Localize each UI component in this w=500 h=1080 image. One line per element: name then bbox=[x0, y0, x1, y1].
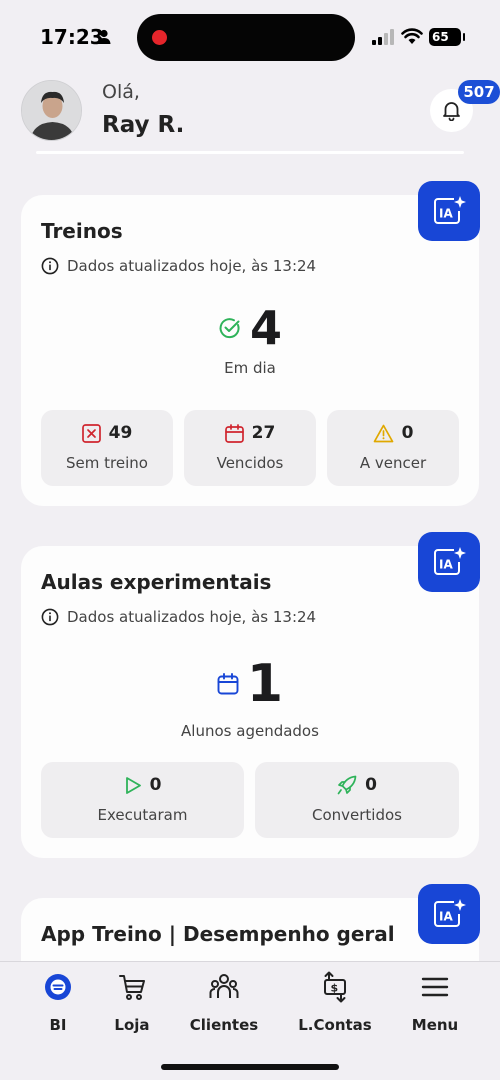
profile-header: Olá, Ray R. bbox=[0, 75, 500, 155]
stat-top: 0 bbox=[327, 423, 459, 443]
users-group-icon bbox=[209, 974, 239, 998]
person-icon bbox=[97, 29, 111, 44]
stat-value: 0 bbox=[149, 775, 162, 795]
info-icon bbox=[41, 257, 59, 275]
aulas-experimentais-card: Aulas experimentais Dados atualizados ho… bbox=[21, 546, 479, 858]
em-dia-label: Em dia bbox=[224, 359, 276, 377]
update-text: Dados atualizados hoje, às 13:24 bbox=[67, 608, 317, 626]
stat-label: A vencer bbox=[359, 454, 427, 472]
recording-indicator-icon bbox=[152, 30, 167, 45]
agendados-metric: 1 bbox=[21, 658, 479, 710]
stat-value: 0 bbox=[401, 423, 414, 443]
stat-top: 0 bbox=[255, 775, 459, 795]
info-icon bbox=[41, 608, 59, 626]
bell-icon bbox=[443, 102, 460, 121]
update-text: Dados atualizados hoje, às 13:24 bbox=[67, 257, 317, 275]
bi-logo-icon bbox=[45, 974, 71, 1000]
cart-icon bbox=[119, 975, 145, 1000]
executaram-stat[interactable]: 0 Executaram bbox=[41, 762, 244, 838]
ia-text: IA bbox=[439, 910, 453, 924]
em-dia-metric: 4 bbox=[21, 305, 479, 351]
svg-text:$: $ bbox=[331, 982, 339, 995]
nav-icon bbox=[390, 970, 480, 1004]
stat-label: Executaram bbox=[97, 806, 188, 824]
nav-icon: $ bbox=[290, 970, 380, 1004]
nav-label: L.Contas bbox=[298, 1016, 372, 1034]
update-info: Dados atualizados hoje, às 13:24 bbox=[41, 257, 316, 275]
calendar-icon bbox=[224, 423, 244, 443]
nav-label: Menu bbox=[411, 1016, 459, 1034]
app-treino-card: App Treino | Desempenho geral bbox=[21, 898, 479, 961]
agendados-value: 1 bbox=[246, 654, 284, 714]
avatar[interactable] bbox=[21, 80, 82, 141]
nav-label: Loja bbox=[114, 1016, 150, 1034]
hamburger-menu-icon bbox=[421, 977, 449, 997]
stat-top: 0 bbox=[41, 775, 244, 795]
ia-text: IA bbox=[439, 207, 453, 221]
stat-label: Sem treino bbox=[66, 454, 148, 472]
status-time: 17:23 bbox=[40, 25, 104, 49]
stat-top: 27 bbox=[184, 423, 316, 443]
user-photo-icon bbox=[22, 81, 81, 140]
stat-label: Vencidos bbox=[216, 454, 284, 472]
treinos-card: Treinos Dados atualizados hoje, às 13:24… bbox=[21, 195, 479, 506]
ai-sparkle-icon: IA bbox=[434, 196, 466, 224]
a-vencer-stat[interactable]: 0 A vencer bbox=[327, 410, 459, 486]
header-divider bbox=[36, 151, 464, 154]
ia-text: IA bbox=[439, 558, 453, 572]
battery-cap bbox=[463, 33, 465, 41]
convertidos-stat[interactable]: 0 Convertidos bbox=[255, 762, 459, 838]
sem-treino-stat[interactable]: 49 Sem treino bbox=[41, 410, 173, 486]
notification-count-badge: 507 bbox=[458, 80, 500, 104]
vencidos-stat[interactable]: 27 Vencidos bbox=[184, 410, 316, 486]
stat-value: 27 bbox=[251, 423, 276, 443]
ia-button-treinos[interactable]: IA bbox=[418, 181, 480, 241]
nav-item-menu[interactable]: Menu bbox=[390, 970, 480, 1034]
nav-icon bbox=[179, 970, 269, 1004]
check-circle-icon bbox=[219, 318, 240, 339]
nav-item-loja[interactable]: Loja bbox=[87, 970, 177, 1034]
stat-value: 0 bbox=[365, 775, 377, 795]
ia-button-app-treino[interactable]: IA bbox=[418, 884, 480, 944]
stat-top: 49 bbox=[41, 423, 173, 443]
wifi-icon bbox=[401, 28, 423, 44]
nav-icon bbox=[87, 970, 177, 1004]
agendados-label: Alunos agendados bbox=[181, 722, 319, 740]
card-title: Treinos bbox=[41, 219, 123, 243]
ia-button-aulas[interactable]: IA bbox=[418, 532, 480, 592]
stat-label: Convertidos bbox=[312, 806, 402, 824]
rocket-icon bbox=[337, 775, 357, 795]
update-info: Dados atualizados hoje, às 13:24 bbox=[41, 608, 316, 626]
stat-value: 49 bbox=[108, 423, 133, 443]
card-title: Aulas experimentais bbox=[41, 570, 272, 594]
nav-item-lcontas[interactable]: $ L.Contas bbox=[290, 970, 380, 1034]
status-bar: 17:23 65 bbox=[0, 0, 500, 75]
cellular-signal-icon bbox=[372, 29, 394, 45]
greeting-text: Olá, bbox=[102, 81, 140, 103]
x-square-icon bbox=[81, 423, 101, 443]
dynamic-island bbox=[137, 14, 355, 61]
em-dia-value: 4 bbox=[249, 301, 282, 355]
card-title: App Treino | Desempenho geral bbox=[41, 922, 395, 946]
nav-item-clientes[interactable]: Clientes bbox=[179, 970, 269, 1034]
user-name: Ray R. bbox=[102, 112, 185, 138]
nav-label: Clientes bbox=[189, 1016, 259, 1034]
ai-sparkle-icon: IA bbox=[434, 547, 466, 575]
play-icon bbox=[125, 776, 141, 794]
transfer-money-icon: $ bbox=[324, 971, 346, 1003]
bottom-navigation: BI Loja Clientes $ L.Contas Menu bbox=[0, 961, 500, 1080]
battery-icon: 65 bbox=[429, 28, 461, 46]
ai-sparkle-icon: IA bbox=[434, 899, 466, 927]
calendar-icon bbox=[217, 673, 239, 695]
warning-icon bbox=[373, 424, 393, 442]
home-indicator[interactable] bbox=[161, 1064, 339, 1070]
